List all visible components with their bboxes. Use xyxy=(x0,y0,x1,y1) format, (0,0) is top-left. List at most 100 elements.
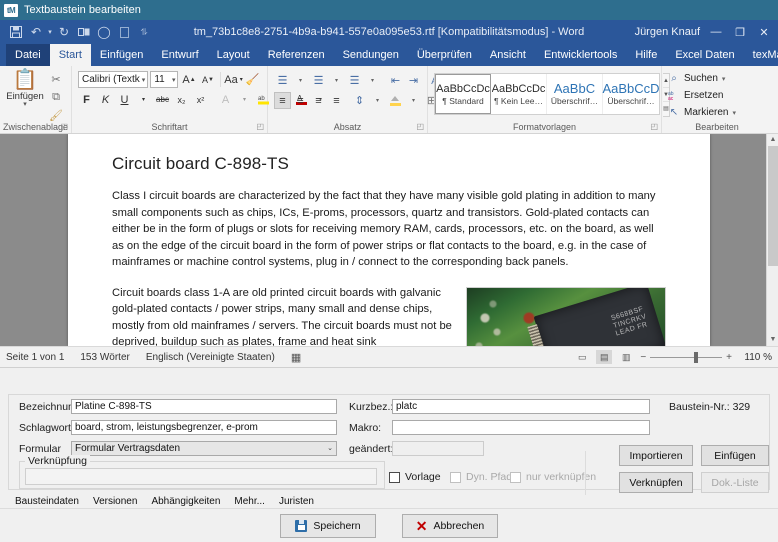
zoom-in-button[interactable]: + xyxy=(726,352,732,363)
accessibility-icon[interactable]: ▦ xyxy=(291,351,301,364)
tab-datei[interactable]: Datei xyxy=(6,44,50,66)
tab-texmanager-cp[interactable]: texManager CP xyxy=(744,44,778,66)
circuit-board-image[interactable]: S668BSF TINCRKV LEAD FR xyxy=(466,286,666,346)
increase-indent-button[interactable]: ⇥ xyxy=(405,72,422,89)
change-case-button[interactable]: Aa ▾ xyxy=(224,71,242,88)
text-effects-dropdown-icon[interactable]: ▾ xyxy=(236,91,253,108)
zoom-level[interactable]: 110 % xyxy=(738,352,772,363)
tab-excel-daten[interactable]: Excel Daten xyxy=(666,44,743,66)
style-item-standard[interactable]: AaBbCcDc ¶ Standard xyxy=(435,74,491,114)
scroll-up-icon[interactable]: ▲ xyxy=(767,134,778,146)
minimize-button[interactable]: — xyxy=(708,24,724,40)
schlagworte-input[interactable] xyxy=(71,420,337,435)
document-scrollbar[interactable]: ▲ ▼ xyxy=(766,134,778,346)
styles-dialog-launcher[interactable]: ◰ xyxy=(650,122,658,131)
print-preview-icon[interactable] xyxy=(74,22,94,42)
makro-input[interactable] xyxy=(392,420,650,435)
importieren-button[interactable]: Importieren xyxy=(619,445,693,466)
undo-dropdown-icon[interactable]: ▾ xyxy=(46,22,54,42)
style-item-kein-leerraum[interactable]: AaBbCcDc ¶ Kein Lee… xyxy=(491,74,547,114)
shading-button[interactable] xyxy=(387,92,404,109)
text-effects-button[interactable]: A xyxy=(217,91,234,108)
verknuepfung-textarea[interactable] xyxy=(25,468,377,485)
copy-icon[interactable]: ⧉ xyxy=(47,89,65,105)
find-dropdown-icon[interactable]: ▾ xyxy=(722,75,726,83)
undo-icon[interactable]: ↶ xyxy=(26,22,46,42)
underline-button[interactable]: U xyxy=(116,91,133,108)
paste-dropdown-icon[interactable]: ▾ xyxy=(23,101,27,108)
save-icon[interactable] xyxy=(6,22,26,42)
einfuegen-button[interactable]: Einfügen xyxy=(701,445,769,466)
format-painter-icon[interactable]: 🖌 xyxy=(47,107,65,123)
font-size-combo[interactable]: 11 ▾ xyxy=(150,71,179,88)
bullets-dropdown-icon[interactable]: ▾ xyxy=(292,72,309,89)
multilevel-dropdown-icon[interactable]: ▾ xyxy=(364,72,381,89)
page-indicator[interactable]: Seite 1 von 1 xyxy=(6,352,64,363)
tab-hilfe[interactable]: Hilfe xyxy=(626,44,666,66)
zoom-track[interactable] xyxy=(650,351,723,363)
tab-einfuegen[interactable]: Einfügen xyxy=(91,44,152,66)
close-button[interactable]: ✕ xyxy=(756,24,772,40)
new-doc-icon[interactable] xyxy=(114,22,134,42)
circle-icon[interactable]: ◯ xyxy=(94,22,114,42)
clipboard-dialog-launcher[interactable]: ◰ xyxy=(60,122,68,131)
scrollbar-thumb[interactable] xyxy=(768,146,778,266)
strikethrough-button[interactable]: abc xyxy=(154,91,171,108)
decrease-indent-button[interactable]: ⇤ xyxy=(387,72,404,89)
italic-button[interactable]: K xyxy=(97,91,114,108)
superscript-button[interactable]: x² xyxy=(192,91,209,108)
tab-layout[interactable]: Layout xyxy=(208,44,259,66)
tab-ansicht[interactable]: Ansicht xyxy=(481,44,535,66)
tab-entwurf[interactable]: Entwurf xyxy=(152,44,207,66)
zoom-slider[interactable]: − + xyxy=(640,351,732,363)
verknuepfen-button[interactable]: Verknüpfen xyxy=(619,472,693,493)
zoom-out-button[interactable]: − xyxy=(640,352,646,363)
align-left-button[interactable]: ≡ xyxy=(274,92,291,109)
bezeichnung-input[interactable] xyxy=(71,399,337,414)
kurzbez-input[interactable] xyxy=(392,399,650,414)
tab-ueberpruefen[interactable]: Überprüfen xyxy=(408,44,481,66)
zoom-knob[interactable] xyxy=(694,351,699,363)
align-center-button[interactable]: ≡ xyxy=(292,92,309,109)
select-button[interactable]: ↖ Markieren ▾ xyxy=(668,105,766,120)
find-button[interactable]: ⌕ Suchen ▾ xyxy=(668,71,766,86)
font-dialog-launcher[interactable]: ◰ xyxy=(256,122,264,131)
tab-start[interactable]: Start xyxy=(49,44,91,66)
read-mode-icon[interactable]: ▭ xyxy=(574,350,590,364)
cut-icon[interactable]: ✂ xyxy=(47,71,65,87)
restore-button[interactable]: ❐ xyxy=(732,24,748,40)
word-count[interactable]: 153 Wörter xyxy=(80,352,129,363)
justify-button[interactable]: ≡ xyxy=(328,92,345,109)
underline-dropdown-icon[interactable]: ▾ xyxy=(135,91,152,108)
numbering-dropdown-icon[interactable]: ▾ xyxy=(328,72,345,89)
tab-referenzen[interactable]: Referenzen xyxy=(259,44,334,66)
replace-button[interactable]: ab ac Ersetzen xyxy=(668,88,766,103)
line-spacing-dropdown-icon[interactable]: ▾ xyxy=(369,92,386,109)
multilevel-list-button[interactable]: ☰ xyxy=(346,72,363,89)
shading-dropdown-icon[interactable]: ▾ xyxy=(405,92,422,109)
style-item-ueberschrift-1[interactable]: AaBbC Überschrif… xyxy=(547,74,603,114)
style-item-ueberschrift-2[interactable]: AaBbCcD Überschrif… xyxy=(602,74,659,114)
speichern-button[interactable]: Speichern xyxy=(280,513,376,538)
grow-font-button[interactable]: A ▲ xyxy=(180,71,197,88)
line-spacing-button[interactable]: ⇕ xyxy=(351,92,368,109)
abbrechen-button[interactable]: ✕ Abbrechen xyxy=(402,513,498,538)
web-layout-icon[interactable]: ▥ xyxy=(618,350,634,364)
vorlage-checkbox[interactable]: Vorlage xyxy=(389,471,441,483)
document-page[interactable]: Circuit board C-898-TS Class I circuit b… xyxy=(68,134,710,346)
align-right-button[interactable]: ≡ xyxy=(310,92,327,109)
paste-button[interactable]: 📋 Einfügen ▾ xyxy=(6,69,44,108)
shrink-font-button[interactable]: A ▼ xyxy=(199,71,216,88)
print-layout-icon[interactable]: ▤ xyxy=(596,350,613,364)
paragraph-dialog-launcher[interactable]: ◰ xyxy=(416,122,424,131)
language-indicator[interactable]: Englisch (Vereinigte Staaten) xyxy=(146,352,275,363)
font-name-combo[interactable]: Calibri (Textk ▾ xyxy=(78,71,149,88)
select-dropdown-icon[interactable]: ▾ xyxy=(732,109,736,117)
numbering-button[interactable]: ☰ xyxy=(310,72,327,89)
bullets-button[interactable]: ☰ xyxy=(274,72,291,89)
bold-button[interactable]: F xyxy=(78,91,95,108)
tab-sendungen[interactable]: Sendungen xyxy=(334,44,408,66)
formular-select[interactable]: Formular Vertragsdaten ⌄ xyxy=(71,441,337,456)
tab-entwicklertools[interactable]: Entwicklertools xyxy=(535,44,626,66)
clear-formatting-icon[interactable]: 🧹 xyxy=(244,71,261,88)
